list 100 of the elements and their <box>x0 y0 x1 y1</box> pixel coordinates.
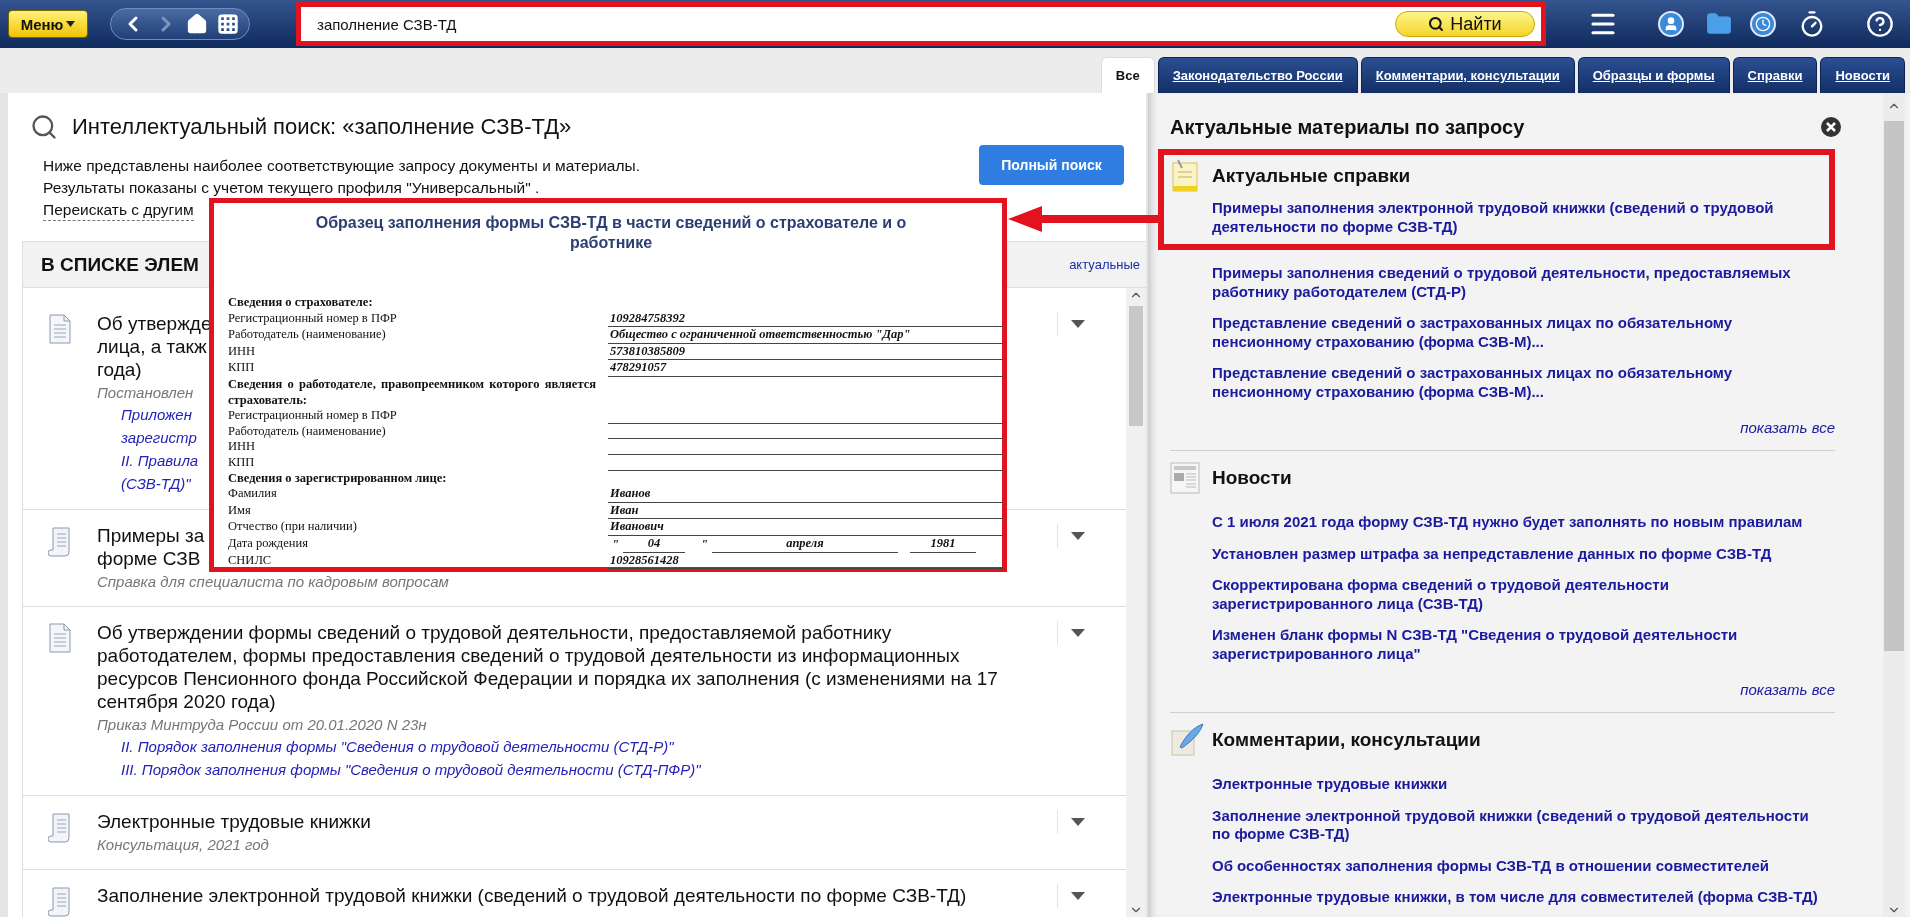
description-text: Ниже представлены наиболее соответствующие запросу документы и материалы. <box>42 156 640 176</box>
dropdown-caret-icon[interactable] <box>1070 818 1085 826</box>
preview-title: Образец заполнения формы СЗВ-ТД в части сведений о страхователе и о работнике <box>314 213 908 253</box>
field-value: 478291057 <box>608 360 1003 377</box>
section-link[interactable]: II. Правила <box>121 449 199 472</box>
result-title[interactable]: Заполнение электронной трудовой книжки (сведений о трудовой деятельности по форме СЗВ-ТД) <box>97 884 967 907</box>
field-label: ИНН <box>228 343 257 360</box>
filter-link[interactable]: актуальные <box>1069 257 1140 272</box>
date-day: 04 <box>622 535 685 553</box>
related-link[interactable]: Об особенностях заполнения формы СЗВ-ТД в отношении совместителей <box>1212 856 1829 875</box>
tab[interactable]: Все <box>1100 57 1155 93</box>
quill-paper-icon <box>1170 723 1204 757</box>
scrollbar[interactable] <box>1126 288 1146 917</box>
field-value: Иванович <box>608 519 1003 536</box>
research-link[interactable]: Переискать с другим <box>43 199 194 221</box>
field-label: СНИЛС <box>228 552 273 569</box>
result-title[interactable]: лица, а такж <box>97 335 207 358</box>
result-title[interactable]: форме СЗВ <box>97 547 201 570</box>
related-link[interactable]: Заполнение электронной трудовой книжки (сведений о трудовой деятельности по форме СЗВ-ТД) <box>1212 806 1829 844</box>
user-icon[interactable] <box>1658 11 1684 37</box>
home-button[interactable] <box>186 13 209 35</box>
field-label: Регистрационный номер в ПФР <box>228 408 398 424</box>
scroll-thumb[interactable] <box>1129 306 1143 426</box>
section-link[interactable]: зарегистр <box>121 426 197 449</box>
panel-title: Актуальные материалы по запросу <box>1170 115 1525 139</box>
list-heading: В СПИСКЕ ЭЛЕМ <box>41 253 199 276</box>
scroll-icon <box>48 886 72 917</box>
help-icon[interactable] <box>1866 10 1894 38</box>
tab[interactable]: Комментарии, консультации <box>1360 57 1575 93</box>
search-icon <box>30 113 58 141</box>
related-link[interactable]: Примеры заполнения сведений о трудовой деятельности, предоставляемых работнику работодателем (СТД-Р) <box>1212 264 1829 301</box>
quote-mark: " <box>611 536 620 553</box>
grid-button[interactable] <box>216 13 239 35</box>
field-label: ИНН <box>228 439 257 455</box>
scroll-thumb[interactable] <box>1884 121 1904 651</box>
document-icon <box>49 623 71 653</box>
full-search-button[interactable]: Полный поиск <box>979 145 1124 185</box>
dropdown-caret-icon[interactable] <box>1070 532 1085 540</box>
field-label: КПП <box>228 360 256 377</box>
section-link[interactable]: (СЗВ-ТД)" <box>121 472 191 495</box>
section-heading: Комментарии, консультации <box>1212 729 1481 751</box>
related-link[interactable]: Представление сведений о застрахованных лицах по обязательному пенсионному страхованию (форма СЗВ-М)... <box>1212 364 1829 401</box>
related-link[interactable]: Электронные трудовые книжки, в том числе для совместителей (форма СЗВ-ТД) <box>1212 888 1829 907</box>
form-section-heading: Сведения о работодателе, правопреемником которого является страхователь: <box>228 376 597 409</box>
field-value: Иванов <box>608 486 1003 503</box>
related-link[interactable]: С 1 июля 2021 года форму СЗВ-ТД нужно будет заполнять по новым правилам <box>1212 513 1829 532</box>
result-title[interactable]: Примеры за <box>97 524 205 547</box>
find-button[interactable]: Найти <box>1395 11 1535 37</box>
date-month: апреля <box>711 535 898 553</box>
result-title[interactable]: Об утверждении формы сведений о трудовой деятельности, предоставляемой работнику работодателем, формы предоставления сведений о трудовой деятельности из информационных ресурсов Пенсионного фонда Российской Федерации и порядка их заполнения (с изменениями на 17 сентября 2020 года) <box>97 621 1027 713</box>
field-value: Иван <box>608 502 1003 520</box>
show-all-link[interactable]: показать все <box>1740 681 1835 698</box>
document-icon <box>49 314 71 344</box>
section-link[interactable]: II. Порядок заполнения формы "Сведения о трудовой деятельности (СТД-Р)" <box>121 735 674 758</box>
menu-button[interactable]: Меню <box>8 10 88 38</box>
newspaper-icon <box>1170 462 1200 494</box>
dropdown-caret-icon[interactable] <box>1070 320 1085 328</box>
field-label: Имя <box>228 502 252 519</box>
note-icon <box>1170 158 1200 194</box>
field-label: Работодатель (наименование) <box>228 327 387 344</box>
scroll-icon <box>48 526 72 558</box>
tab[interactable]: Законодательство России <box>1157 57 1358 93</box>
section-link[interactable]: Приложен <box>121 403 192 426</box>
related-link[interactable]: Установлен размер штрафа за непредставление данных по форме СЗВ-ТД <box>1212 544 1829 563</box>
form-section-heading: Сведения о зарегистрированном лице: <box>228 470 448 487</box>
quote-mark: " <box>699 536 709 553</box>
field-label: Фамилия <box>228 486 278 503</box>
result-source: Справка для специалиста по кадровым вопросам <box>97 572 449 592</box>
field-label: Регистрационный номер в ПФР <box>228 310 398 327</box>
result-source: Приказ Минтруда России от 20.01.2020 N 23н <box>97 715 427 735</box>
related-link[interactable]: Представление сведений о застрахованных лицах по обязательному пенсионному страхованию (форма СЗВ-М)... <box>1212 314 1829 351</box>
clock-icon[interactable] <box>1750 11 1776 37</box>
field-value: 109284758392 <box>608 310 1003 328</box>
caret-icon <box>66 21 76 27</box>
result-title[interactable]: Электронные трудовые книжки <box>97 810 371 833</box>
result-title[interactable]: Об утвержде <box>97 312 212 335</box>
folder-icon[interactable] <box>1706 11 1732 37</box>
description-text: Результаты показаны с учетом текущего профиля "Универсальный" . <box>42 178 541 198</box>
related-link[interactable]: Электронные трудовые книжки <box>1212 775 1829 794</box>
related-link[interactable]: Скорректирована форма сведений о трудовой деятельности зарегистрированного лица (СЗВ-ТД) <box>1212 576 1829 613</box>
scrollbar[interactable] <box>1883 93 1905 917</box>
related-link[interactable]: Изменен бланк формы N СЗВ-ТД "Сведения о трудовой деятельности зарегистрированного лица" <box>1212 626 1829 663</box>
result-source: Постановлен <box>97 383 194 403</box>
close-icon[interactable] <box>1821 117 1841 137</box>
result-source: Консультация, 2021 год <box>97 835 269 855</box>
dropdown-caret-icon[interactable] <box>1070 629 1085 637</box>
field-label: Дата рождения <box>228 535 309 552</box>
tab[interactable]: Новости <box>1820 57 1905 93</box>
tab[interactable]: Образцы и формы <box>1577 57 1730 93</box>
field-label: Работодатель (наименование) <box>228 423 387 440</box>
form-section-heading: Сведения о страхователе: <box>228 295 374 311</box>
search-field[interactable]: заполнение СЗВ-ТД Найти <box>296 2 1546 46</box>
field-label: Отчество (при наличии) <box>228 519 358 536</box>
tab[interactable]: Справки <box>1732 57 1818 93</box>
result-title[interactable]: года) <box>97 358 142 381</box>
field-value: 10928561428 <box>608 552 1003 570</box>
section-link[interactable]: III. Порядок заполнения формы "Сведения о трудовой деятельности (СТД-ПФР)" <box>121 758 701 781</box>
dropdown-caret-icon[interactable] <box>1070 892 1085 900</box>
show-all-link[interactable]: показать все <box>1740 419 1835 436</box>
related-link[interactable]: Примеры заполнения электронной трудовой книжки (сведений о трудовой деятельности по форме СЗВ-ТД) <box>1212 199 1829 236</box>
